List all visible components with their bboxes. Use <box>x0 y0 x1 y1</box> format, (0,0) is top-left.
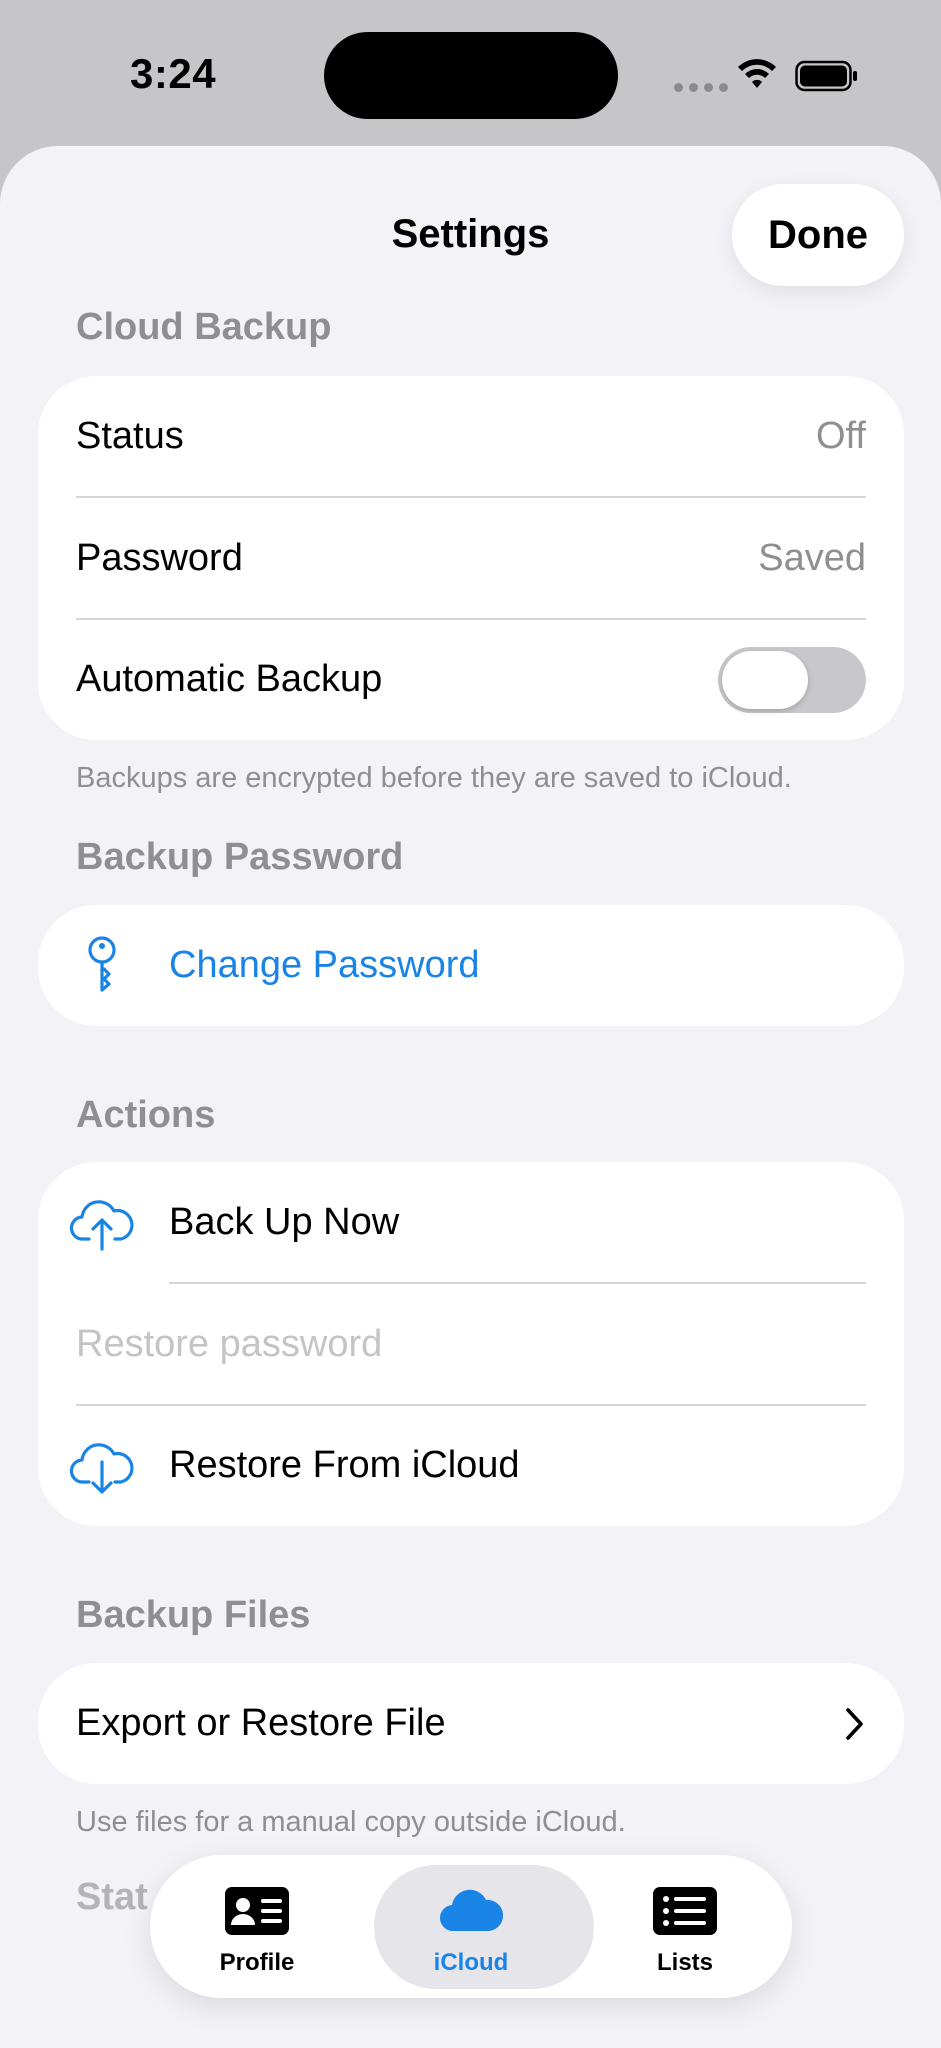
dynamic-island <box>324 32 618 119</box>
password-label: Password <box>76 537 243 579</box>
change-password-button[interactable]: Change Password <box>169 944 480 987</box>
export-restore-file-label: Export or Restore File <box>76 1702 446 1744</box>
tab-icloud-label: iCloud <box>433 1949 509 1976</box>
actions-header: Actions <box>76 1094 216 1136</box>
password-value: Saved <box>758 537 866 579</box>
backup-files-footer: Use files for a manual copy outside iClo… <box>76 1806 626 1838</box>
back-up-now-row[interactable]: Back Up Now <box>38 1162 904 1283</box>
cloud-backup-card: Status Off Password Saved Automatic Back… <box>38 376 904 740</box>
key-icon <box>68 932 136 1000</box>
cloud-backup-header: Cloud Backup <box>76 306 332 348</box>
tab-lists[interactable]: Lists <box>578 1855 792 1998</box>
restore-from-icloud-row[interactable]: Restore From iCloud <box>38 1405 904 1526</box>
back-up-now-button[interactable]: Back Up Now <box>169 1201 399 1244</box>
password-row: Password Saved <box>38 498 904 619</box>
screen: 3:24 Settings Done Cloud Backup Status O… <box>0 0 941 2048</box>
restore-password-input[interactable]: Restore password <box>76 1323 382 1366</box>
battery-icon <box>795 60 857 92</box>
status-label: Status <box>76 415 184 457</box>
actions-card: Back Up Now Restore password Restore Fro… <box>38 1162 904 1526</box>
done-button[interactable]: Done <box>732 184 904 286</box>
tab-lists-label: Lists <box>656 1949 713 1976</box>
cloud-upload-icon <box>68 1189 136 1257</box>
chevron-right-icon <box>846 1707 863 1740</box>
cellular-signal-icon <box>674 83 728 92</box>
list-icon <box>653 1887 717 1935</box>
change-password-row[interactable]: Change Password <box>38 905 904 1026</box>
cloud-download-icon <box>68 1432 136 1500</box>
status-value: Off <box>816 415 866 457</box>
wifi-icon <box>738 59 776 88</box>
automatic-backup-label: Automatic Backup <box>76 658 383 700</box>
partial-section-header: Stat <box>76 1876 148 1918</box>
tab-profile-label: Profile <box>219 1949 295 1976</box>
automatic-backup-row: Automatic Backup <box>38 619 904 740</box>
status-time: 3:24 <box>130 50 217 97</box>
cloud-backup-footer: Backups are encrypted before they are sa… <box>76 762 792 794</box>
toggle-knob <box>722 650 808 709</box>
restore-from-icloud-button[interactable]: Restore From iCloud <box>169 1444 520 1487</box>
restore-password-row[interactable]: Restore password <box>38 1284 904 1405</box>
export-restore-file-row[interactable]: Export or Restore File <box>38 1663 904 1784</box>
backup-files-header: Backup Files <box>76 1594 311 1636</box>
status-row: Status Off <box>38 376 904 497</box>
automatic-backup-toggle[interactable] <box>718 646 866 713</box>
profile-card-icon <box>225 1887 289 1935</box>
backup-password-header: Backup Password <box>76 836 404 878</box>
settings-sheet: Settings Done Cloud Backup Status Off Pa… <box>0 146 941 2048</box>
tab-icloud[interactable]: iCloud <box>364 1855 594 1998</box>
cloud-icon <box>440 1889 503 1932</box>
tab-bar: Profile iCloud Lists <box>150 1855 792 1998</box>
backup-files-card: Export or Restore File <box>38 1663 904 1784</box>
backup-password-card: Change Password <box>38 905 904 1026</box>
tab-profile[interactable]: Profile <box>150 1855 364 1998</box>
